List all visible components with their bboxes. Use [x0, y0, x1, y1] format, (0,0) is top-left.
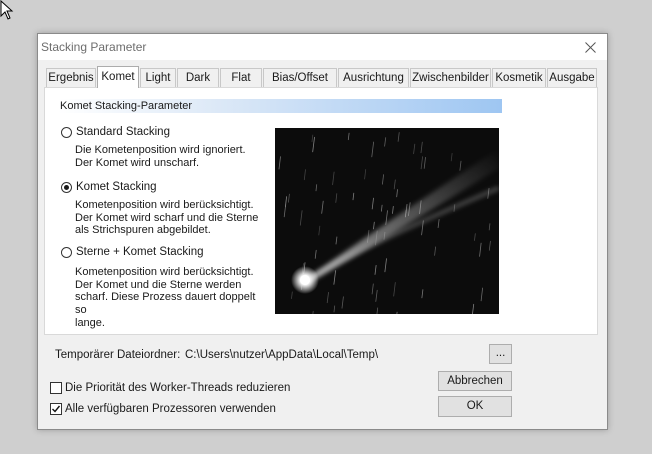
tab-flat[interactable]: Flat — [220, 68, 262, 87]
checkbox-label: Alle verfügbaren Prozessoren verwenden — [65, 403, 276, 415]
description-line: Der Komet wird unscharf. — [75, 156, 200, 169]
description-line: als Strichspuren abgebildet. — [75, 224, 211, 237]
title-bar: Stacking Parameter — [38, 34, 607, 60]
komet-tab-panel: Komet Stacking-Parameter Standard Stacki… — [44, 87, 598, 335]
description-line: Der Komet und die Sterne werden — [75, 278, 242, 291]
tab-ergebnis[interactable]: Ergebnis — [46, 68, 96, 87]
radio-sterne-komet-stacking[interactable]: Sterne + Komet Stacking — [61, 246, 204, 258]
use-all-processors-checkbox[interactable]: Alle verfügbaren Prozessoren verwenden — [50, 403, 276, 415]
tab-komet[interactable]: Komet — [97, 66, 139, 88]
tab-bias-offset[interactable]: Bias/Offset — [263, 68, 337, 87]
ok-button[interactable]: OK — [438, 396, 512, 417]
mouse-cursor-icon — [0, 0, 14, 20]
radio-label: Standard Stacking — [76, 126, 170, 138]
description-line: Der Komet wird scharf und die Sterne — [75, 211, 259, 224]
description-line: Kometenposition wird berücksichtigt. — [75, 266, 254, 278]
section-header: Komet Stacking-Parameter — [58, 99, 502, 113]
komet-stacking-description: Kometenposition wird berücksichtigt. Der… — [75, 199, 265, 237]
radio-label: Sterne + Komet Stacking — [76, 246, 204, 258]
close-button[interactable] — [573, 34, 607, 60]
checkbox-box[interactable] — [50, 382, 62, 394]
radio-indicator[interactable] — [61, 246, 72, 258]
description-line: lange. — [75, 316, 105, 329]
standard-stacking-description: Die Kometenposition wird ignoriert. Der … — [75, 144, 265, 169]
comet-preview-image — [275, 128, 499, 314]
description-line: Kometenposition wird berücksichtigt. — [75, 199, 254, 211]
radio-standard-stacking[interactable]: Standard Stacking — [61, 126, 170, 138]
cancel-button[interactable]: Abbrechen — [438, 371, 512, 391]
description-line: Die Kometenposition wird ignoriert. — [75, 144, 246, 156]
sterne-komet-stacking-description: Kometenposition wird berücksichtigt. Der… — [75, 266, 265, 330]
browse-button[interactable]: ... — [489, 344, 512, 364]
tab-ausgabe[interactable]: Ausgabe — [547, 68, 597, 87]
temp-folder-label: Temporärer Dateiordner: — [55, 349, 181, 361]
checkbox-label: Die Priorität des Worker-Threads reduzie… — [65, 382, 291, 394]
tab-ausrichtung[interactable]: Ausrichtung — [338, 68, 409, 87]
tab-zwischenbilder[interactable]: Zwischenbilder — [410, 68, 491, 87]
stacking-parameter-dialog: Stacking Parameter Ergebnis Komet Light … — [37, 33, 608, 430]
reduce-priority-checkbox[interactable]: Die Priorität des Worker-Threads reduzie… — [50, 382, 290, 394]
temp-folder-path: C:\Users\nutzer\AppData\Local\Temp\ — [185, 349, 379, 361]
tab-dark[interactable]: Dark — [177, 68, 219, 87]
radio-indicator[interactable] — [61, 126, 72, 138]
radio-label: Komet Stacking — [76, 181, 157, 193]
description-line: scharf. Diese Prozess dauert doppelt so — [75, 291, 256, 317]
window-title: Stacking Parameter — [41, 40, 147, 54]
radio-komet-stacking[interactable]: Komet Stacking — [61, 181, 157, 193]
tab-light[interactable]: Light — [140, 68, 176, 87]
radio-indicator-checked[interactable] — [61, 181, 72, 193]
tab-kosmetik[interactable]: Kosmetik — [492, 68, 546, 87]
checkbox-box-checked[interactable] — [50, 403, 62, 415]
close-icon — [584, 41, 596, 53]
checkmark-icon — [52, 405, 61, 413]
